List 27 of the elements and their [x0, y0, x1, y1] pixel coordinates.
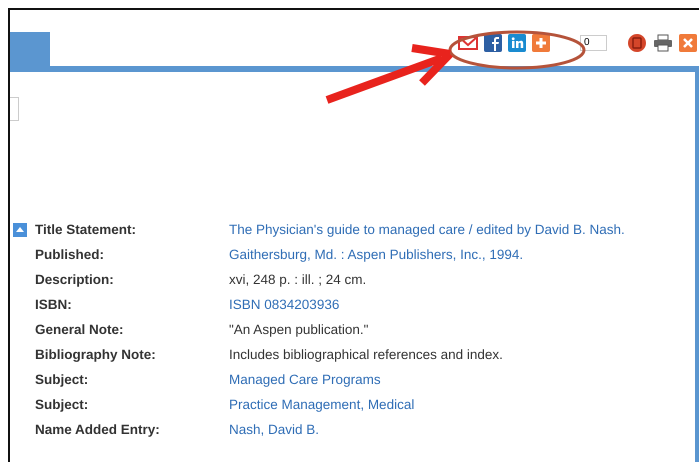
- field-label: Bibliography Note:: [35, 346, 156, 364]
- field-value: Includes bibliographical references and index.: [229, 346, 504, 364]
- field-link[interactable]: Practice Management, Medical: [229, 392, 649, 417]
- field-link[interactable]: ISBN 0834203936: [229, 292, 649, 317]
- facebook-icon[interactable]: [484, 34, 502, 52]
- field-link[interactable]: Gaithersburg, Md. : Aspen Publishers, Inc., 1994.: [229, 242, 649, 267]
- linkedin-icon[interactable]: [508, 34, 526, 52]
- field-link[interactable]: The Physician's guide to managed care / edited by David B. Nash.: [229, 217, 649, 242]
- field-value: xvi, 248 p. : ill. ; 24 cm.: [229, 271, 368, 289]
- stop-icon[interactable]: [627, 33, 647, 53]
- share-count: 0: [580, 35, 607, 51]
- field-label: Published:: [35, 246, 104, 264]
- field-value: "An Aspen publication.": [229, 321, 370, 339]
- field-link[interactable]: Managed Care Programs: [229, 367, 649, 392]
- plus-icon[interactable]: [532, 34, 550, 52]
- field-label: Subject:: [35, 396, 88, 414]
- field-label: Subject:: [35, 371, 88, 389]
- field-link[interactable]: Nash, David B.: [229, 417, 649, 442]
- field-label: Title Statement:: [35, 221, 136, 239]
- collapse-icon[interactable]: [13, 222, 27, 236]
- field-label: ISBN:: [35, 296, 72, 314]
- close-icon[interactable]: [679, 34, 697, 52]
- input-field[interactable]: [10, 97, 19, 121]
- field-label: General Note:: [35, 321, 124, 339]
- field-label: Name Added Entry:: [35, 421, 160, 439]
- field-label: Description:: [35, 271, 114, 289]
- print-icon[interactable]: [653, 34, 673, 52]
